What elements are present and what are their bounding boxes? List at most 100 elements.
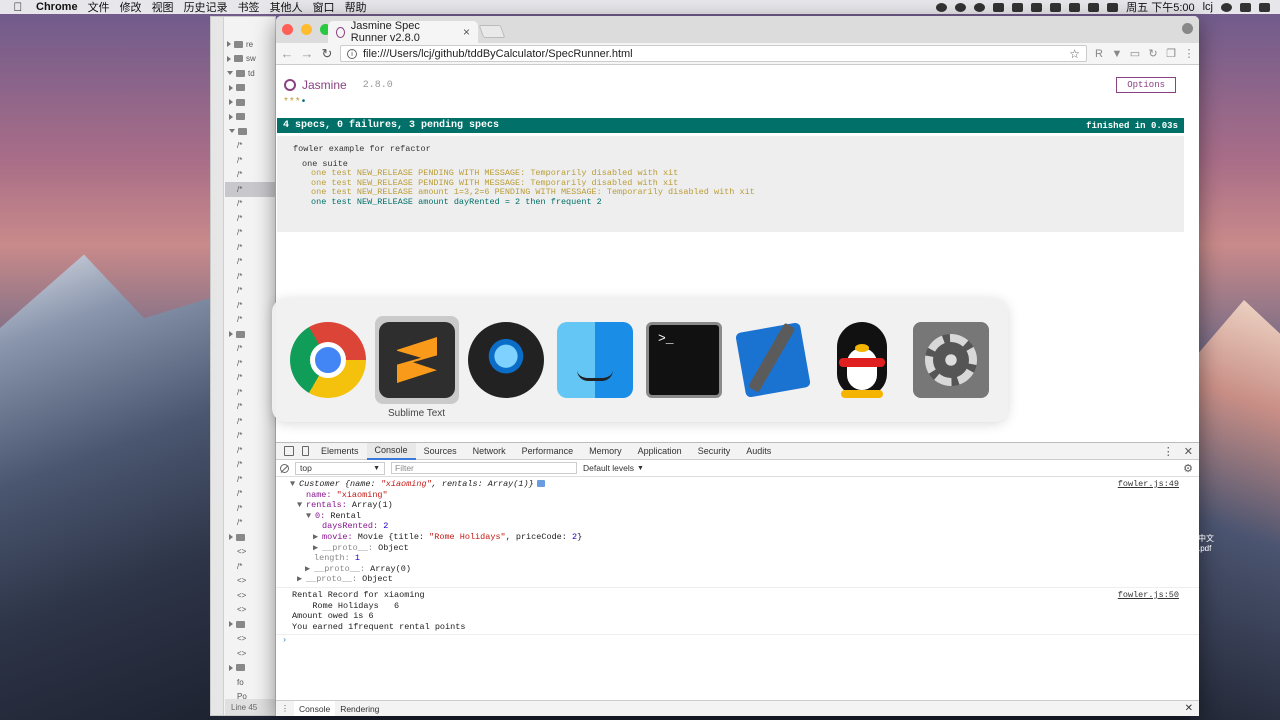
expand-triangle-icon[interactable]: ▼	[290, 479, 299, 490]
expand-triangle-icon[interactable]: ▶	[297, 574, 306, 585]
editor-tree-row[interactable]	[225, 110, 275, 125]
source-link[interactable]: fowler.js:50	[1118, 590, 1179, 600]
editor-tree-row[interactable]: /*	[225, 197, 275, 212]
new-tab-button[interactable]	[478, 25, 506, 38]
close-drawer-icon[interactable]: ✕	[1185, 703, 1199, 714]
expand-triangle-icon[interactable]	[229, 534, 233, 541]
url-text[interactable]: file:///Users/lcj/github/tddByCalculator…	[363, 48, 633, 60]
editor-tree-row[interactable]: /*	[225, 211, 275, 226]
expand-triangle-icon[interactable]: ▶	[305, 564, 314, 575]
tab-console[interactable]: Console	[366, 442, 416, 460]
spec-link[interactable]: one test NEW_RELEASE amount dayRented = …	[293, 197, 1168, 208]
devtools-menu-icon[interactable]: ⋮	[1163, 445, 1174, 458]
editor-tree-row[interactable]: /*	[225, 429, 275, 444]
expand-triangle-icon[interactable]: ▼	[297, 500, 306, 511]
expand-triangle-icon[interactable]	[229, 84, 233, 91]
location-icon[interactable]	[1012, 2, 1024, 12]
reload-icon[interactable]: ↻	[320, 46, 334, 62]
airplay-icon[interactable]	[1050, 2, 1062, 12]
notification-icon[interactable]	[955, 2, 967, 12]
editor-tree-row[interactable]: sw	[225, 52, 275, 67]
editor-tree-row[interactable]: /*	[225, 414, 275, 429]
console-property-row[interactable]: ▼ rentals: Array(1)	[290, 500, 1199, 511]
apple-menu-icon[interactable]: 	[0, 0, 36, 14]
switcher-app-finder[interactable]	[553, 316, 637, 404]
tab-audits[interactable]: Audits	[738, 443, 779, 460]
expand-triangle-icon[interactable]	[229, 129, 235, 134]
expand-triangle-icon[interactable]	[229, 331, 233, 338]
expand-triangle-icon[interactable]: ▶	[313, 543, 322, 554]
tab-performance[interactable]: Performance	[514, 443, 582, 460]
editor-tree-row[interactable]: fo	[225, 675, 275, 690]
editor-tree-row[interactable]: /*	[225, 458, 275, 473]
chrome-menu-icon[interactable]: ⋮	[1183, 48, 1195, 60]
clear-console-icon[interactable]	[280, 463, 289, 473]
editor-tree-row[interactable]: /*	[225, 139, 275, 154]
console-property-row[interactable]: ▶ __proto__: Object	[290, 543, 1199, 554]
editor-tree-row[interactable]	[225, 81, 275, 96]
menu-history[interactable]: 历史记录	[184, 0, 238, 15]
editor-tree-row[interactable]: /*	[225, 255, 275, 270]
editor-tree-row[interactable]: /*	[225, 284, 275, 299]
editor-tree-row[interactable]: /*	[225, 168, 275, 183]
extension-r-icon[interactable]: R	[1093, 48, 1105, 60]
switcher-app-system-preferences[interactable]	[909, 316, 993, 404]
battery-icon[interactable]	[1107, 2, 1119, 12]
editor-tree-row[interactable]: /*	[225, 182, 275, 197]
background-editor-window[interactable]: re sw td /* /* /* /* /* /* /* /* /* /* /* /* /* /* /* /* /*…	[210, 16, 276, 716]
close-devtools-icon[interactable]: ✕	[1184, 445, 1193, 458]
drawer-tab-rendering[interactable]: Rendering	[335, 701, 384, 717]
expand-triangle-icon[interactable]	[227, 41, 231, 48]
editor-tree-row[interactable]	[225, 327, 275, 342]
close-window-button[interactable]	[282, 24, 293, 35]
notification-center-icon[interactable]	[1259, 2, 1270, 12]
editor-tree-row[interactable]: /*	[225, 487, 275, 502]
switcher-app-terminal[interactable]: >_	[642, 316, 726, 404]
address-bar[interactable]: i file:///Users/lcj/github/tddByCalculat…	[340, 45, 1087, 62]
editor-tree-row[interactable]: re	[225, 37, 275, 52]
extension-refresh-icon[interactable]: ↻	[1147, 48, 1159, 60]
editor-tree-row[interactable]	[225, 95, 275, 110]
tab-elements[interactable]: Elements	[313, 443, 367, 460]
switcher-app-sublime[interactable]	[375, 316, 459, 404]
expand-triangle-icon[interactable]	[227, 55, 231, 62]
editor-tree-row[interactable]: /*	[225, 298, 275, 313]
editor-tree-row[interactable]: /*	[225, 356, 275, 371]
extension-filter-icon[interactable]: ▼	[1111, 48, 1123, 60]
drawer-menu-icon[interactable]: ⋮	[276, 703, 294, 714]
editor-tree-row[interactable]: /*	[225, 400, 275, 415]
source-link[interactable]: fowler.js:49	[1118, 479, 1179, 489]
console-prompt[interactable]: ›	[276, 635, 1199, 647]
tab-application[interactable]: Application	[630, 443, 690, 460]
desktop-file-label[interactable]: .pdf	[1198, 544, 1238, 554]
top-suite-link[interactable]: fowler example for refactor	[293, 144, 1168, 154]
tab-security[interactable]: Security	[690, 443, 739, 460]
tab-sources[interactable]: Sources	[416, 443, 465, 460]
editor-tree-row[interactable]: td	[225, 66, 275, 81]
tab-network[interactable]: Network	[465, 443, 514, 460]
console-property-row[interactable]: ▶ __proto__: Object	[290, 574, 1199, 585]
filter-input[interactable]: Filter	[391, 462, 577, 474]
expand-triangle-icon[interactable]	[227, 71, 233, 76]
forward-arrow-icon[interactable]: →	[300, 46, 314, 61]
spotlight-icon[interactable]	[1221, 2, 1232, 12]
editor-tree-row[interactable]: /*	[225, 240, 275, 255]
expand-triangle-icon[interactable]	[229, 113, 233, 120]
info-badge-icon[interactable]	[536, 480, 545, 488]
switcher-app-chrome[interactable]	[286, 316, 370, 404]
editor-tree-row[interactable]: /*	[225, 472, 275, 487]
editor-tree-row[interactable]: <>	[225, 574, 275, 589]
extension-copy-icon[interactable]: ❐	[1165, 48, 1177, 60]
desktop-file-labels[interactable]: 中文 .pdf	[1198, 534, 1238, 554]
editor-tree-row[interactable]: <>	[225, 632, 275, 647]
record-icon[interactable]	[936, 2, 948, 12]
editor-tree-row[interactable]	[225, 617, 275, 632]
editor-tree-row[interactable]: /*	[225, 385, 275, 400]
editor-tree-row[interactable]: <>	[225, 603, 275, 618]
profile-icon[interactable]	[1182, 23, 1193, 34]
editor-tree-row[interactable]: /*	[225, 342, 275, 357]
editor-tree-row[interactable]: /*	[225, 443, 275, 458]
device-toolbar-icon[interactable]	[302, 446, 309, 456]
editor-tree-row[interactable]: /*	[225, 226, 275, 241]
flag-icon[interactable]	[1088, 2, 1100, 12]
